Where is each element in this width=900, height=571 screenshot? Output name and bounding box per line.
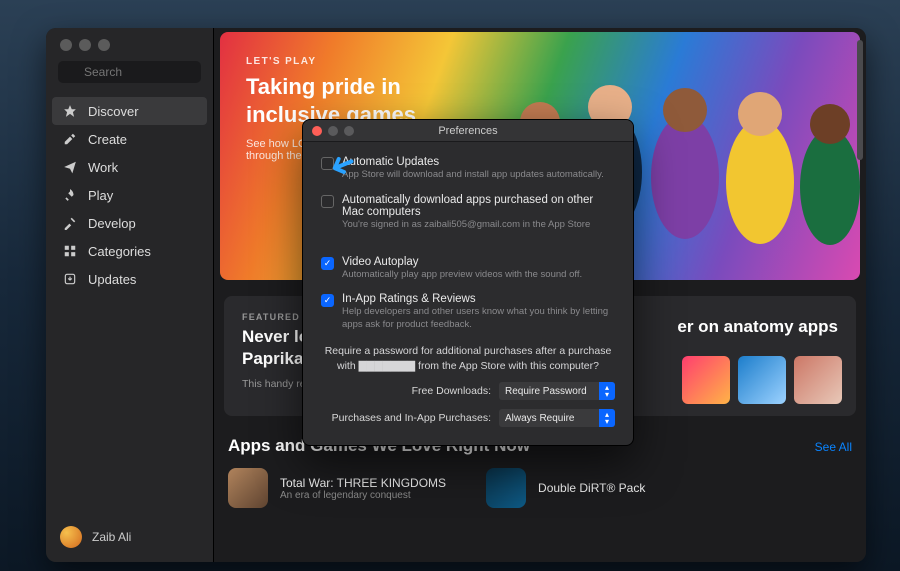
chevron-updown-icon: ▴▾ [602, 411, 612, 425]
app-row: Total War: THREE KINGDOMS An era of lege… [214, 462, 866, 514]
select-purchases[interactable]: Always Require ▴▾ [499, 409, 615, 427]
sidebar-item-updates[interactable]: Updates [46, 265, 213, 293]
password-block: Require a password for additional purcha… [321, 344, 615, 427]
sidebar-item-develop[interactable]: Develop [46, 209, 213, 237]
paper-plane-icon [62, 159, 78, 175]
star-icon [62, 103, 78, 119]
row-free-downloads: Free Downloads: Require Password ▴▾ [321, 382, 615, 400]
see-all-link[interactable]: See All [815, 440, 852, 454]
sidebar: Discover Create Work Play Develop Catego… [46, 28, 214, 562]
thumb-icon [682, 356, 730, 404]
app-subtitle: An era of legendary conquest [280, 490, 446, 501]
app-item[interactable]: Double DiRT® Pack [486, 468, 645, 508]
prefs-title: Preferences [303, 125, 633, 137]
form-label: Purchases and In-App Purchases: [321, 412, 491, 424]
select-value: Always Require [505, 413, 574, 424]
option-auto-download: Automatically download apps purchased on… [321, 194, 615, 232]
avatar [60, 526, 82, 548]
scrollbar-thumb[interactable] [857, 40, 863, 160]
row-purchases: Purchases and In-App Purchases: Always R… [321, 409, 615, 427]
option-video-autoplay: Video Autoplay Automatically play app pr… [321, 256, 615, 282]
rocket-icon [62, 187, 78, 203]
app-name: Double DiRT® Pack [538, 481, 645, 495]
thumb-icon [738, 356, 786, 404]
sidebar-item-label: Develop [88, 216, 136, 231]
search-input[interactable] [58, 61, 201, 83]
checkbox-ratings-reviews[interactable] [321, 294, 334, 307]
sidebar-item-label: Create [88, 132, 127, 147]
sidebar-item-label: Work [88, 160, 118, 175]
hammer-icon [62, 215, 78, 231]
app-name: Total War: THREE KINGDOMS [280, 476, 446, 490]
select-value: Require Password [505, 386, 587, 397]
download-icon [62, 271, 78, 287]
sidebar-item-discover[interactable]: Discover [52, 97, 207, 125]
app-icon [486, 468, 526, 508]
user-name: Zaib Ali [92, 530, 131, 544]
sidebar-item-label: Categories [88, 244, 151, 259]
sidebar-item-work[interactable]: Work [46, 153, 213, 181]
minimize-window-icon[interactable] [79, 39, 91, 51]
checkbox-video-autoplay[interactable] [321, 257, 334, 270]
grid-icon [62, 243, 78, 259]
option-desc: Help developers and other users know wha… [342, 306, 615, 332]
window-traffic-lights [46, 28, 213, 51]
maximize-window-icon[interactable] [98, 39, 110, 51]
option-label: Automatically download apps purchased on… [342, 194, 615, 218]
sidebar-item-label: Discover [88, 104, 139, 119]
option-desc: Automatically play app preview videos wi… [342, 269, 582, 282]
sidebar-item-label: Play [88, 188, 113, 203]
sidebar-item-play[interactable]: Play [46, 181, 213, 209]
app-meta: Double DiRT® Pack [538, 481, 645, 495]
app-icon [228, 468, 268, 508]
user-footer[interactable]: Zaib Ali [46, 512, 213, 562]
app-item[interactable]: Total War: THREE KINGDOMS An era of lege… [228, 468, 446, 508]
sidebar-item-create[interactable]: Create [46, 125, 213, 153]
option-automatic-updates: Automatic Updates App Store will downloa… [321, 156, 615, 182]
chevron-updown-icon: ▴▾ [602, 384, 612, 398]
option-desc: App Store will download and install app … [342, 169, 604, 182]
close-window-icon[interactable] [60, 39, 72, 51]
sidebar-nav: Discover Create Work Play Develop Catego… [46, 91, 213, 299]
prefs-titlebar: Preferences [303, 120, 633, 142]
password-heading: Require a password for additional purcha… [321, 344, 615, 373]
thumb-icon [794, 356, 842, 404]
search-container [58, 61, 201, 83]
select-free-downloads[interactable]: Require Password ▴▾ [499, 382, 615, 400]
option-desc: You're signed in as zaibali505@gmail.com… [342, 219, 615, 232]
form-label: Free Downloads: [321, 385, 491, 397]
app-meta: Total War: THREE KINGDOMS An era of lege… [280, 476, 446, 501]
scrollbar[interactable] [856, 34, 864, 556]
card-thumbnails [682, 356, 842, 404]
checkbox-auto-download[interactable] [321, 195, 334, 208]
option-label: In-App Ratings & Reviews [342, 293, 615, 305]
brush-icon [62, 131, 78, 147]
option-ratings-reviews: In-App Ratings & Reviews Help developers… [321, 293, 615, 332]
option-label: Automatic Updates [342, 156, 604, 168]
prefs-body: Automatic Updates App Store will downloa… [303, 142, 633, 445]
sidebar-item-label: Updates [88, 272, 136, 287]
option-label: Video Autoplay [342, 256, 582, 268]
sidebar-item-categories[interactable]: Categories [46, 237, 213, 265]
